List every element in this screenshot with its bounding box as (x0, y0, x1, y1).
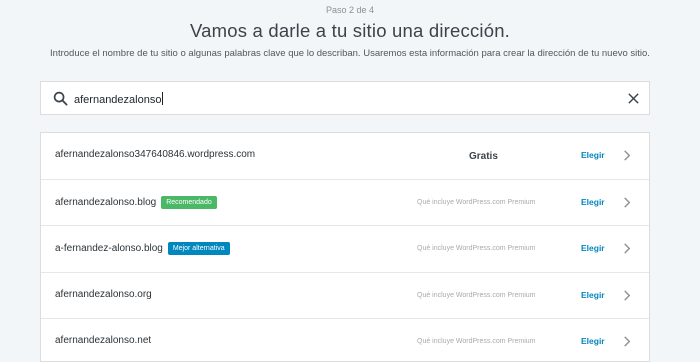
domain-name: a-fernandez-alonso.blog Mejor alternativa (55, 242, 230, 255)
domain-suggestion-row[interactable]: afernandezalonso347640846.wordpress.com … (41, 133, 649, 180)
domain-search-box[interactable]: afernandezalonso (40, 81, 650, 115)
domain-suggestion-row[interactable]: afernandezalonso.net Qué incluye WordPre… (41, 319, 649, 361)
chevron-right-icon[interactable] (623, 150, 631, 161)
choose-button[interactable]: Elegir (581, 197, 605, 207)
close-icon[interactable] (627, 92, 640, 105)
domain-suggestion-row[interactable]: a-fernandez-alonso.blog Mejor alternativa… (41, 226, 649, 273)
step-indicator: Paso 2 de 4 (325, 5, 375, 15)
choose-button[interactable]: Elegir (581, 290, 605, 300)
premium-info-link[interactable]: Qué incluye WordPress.com Premium (417, 199, 536, 206)
domain-price: Gratis (469, 151, 498, 162)
domain-name-text: afernandezalonso.blog (55, 196, 157, 208)
domain-name-text: afernandezalonso.net (55, 335, 152, 346)
choose-button[interactable]: Elegir (581, 243, 605, 253)
chevron-right-icon[interactable] (623, 243, 631, 254)
premium-info-link[interactable]: Qué incluye WordPress.com Premium (417, 245, 536, 252)
domain-name: afernandezalonso.blog Recomendado (55, 195, 217, 209)
page-subtitle: Introduce el nombre de tu sitio o alguna… (50, 48, 650, 59)
domain-name: afernandezalonso.net (55, 335, 151, 346)
search-icon (53, 91, 68, 106)
premium-info-link[interactable]: Qué incluye WordPress.com Premium (417, 292, 536, 299)
choose-button[interactable]: Elegir (581, 336, 605, 346)
domain-name-text: afernandezalonso347640846.wordpress.com (55, 149, 256, 160)
choose-button[interactable]: Elegir (581, 150, 605, 160)
chevron-right-icon[interactable] (623, 196, 631, 208)
premium-info-link[interactable]: Qué incluye WordPress.com Premium (417, 338, 536, 345)
chevron-right-icon[interactable] (623, 336, 631, 347)
recommended-badge: Recomendado (161, 195, 217, 209)
page-title: Vamos a darle a tu sitio una dirección. (189, 20, 511, 41)
domain-name-text: a-fernandez-alonso.blog (55, 243, 163, 254)
domain-suggestions-list: afernandezalonso347640846.wordpress.com … (40, 132, 650, 362)
text-caret (162, 92, 164, 105)
search-input[interactable]: afernandezalonso (74, 92, 164, 106)
search-input-value: afernandezalonso (74, 94, 162, 106)
domain-suggestion-row[interactable]: afernandezalonso.blog Recomendado Qué inc… (41, 180, 649, 226)
domain-name: afernandezalonso347640846.wordpress.com (55, 149, 255, 160)
domain-suggestion-row[interactable]: afernandezalonso.org Qué incluye WordPre… (41, 273, 649, 319)
domain-name-text: afernandezalonso.org (55, 288, 152, 300)
chevron-right-icon[interactable] (623, 289, 631, 301)
best-alternative-badge: Mejor alternativa (167, 242, 230, 255)
domain-name: afernandezalonso.org (55, 289, 152, 300)
